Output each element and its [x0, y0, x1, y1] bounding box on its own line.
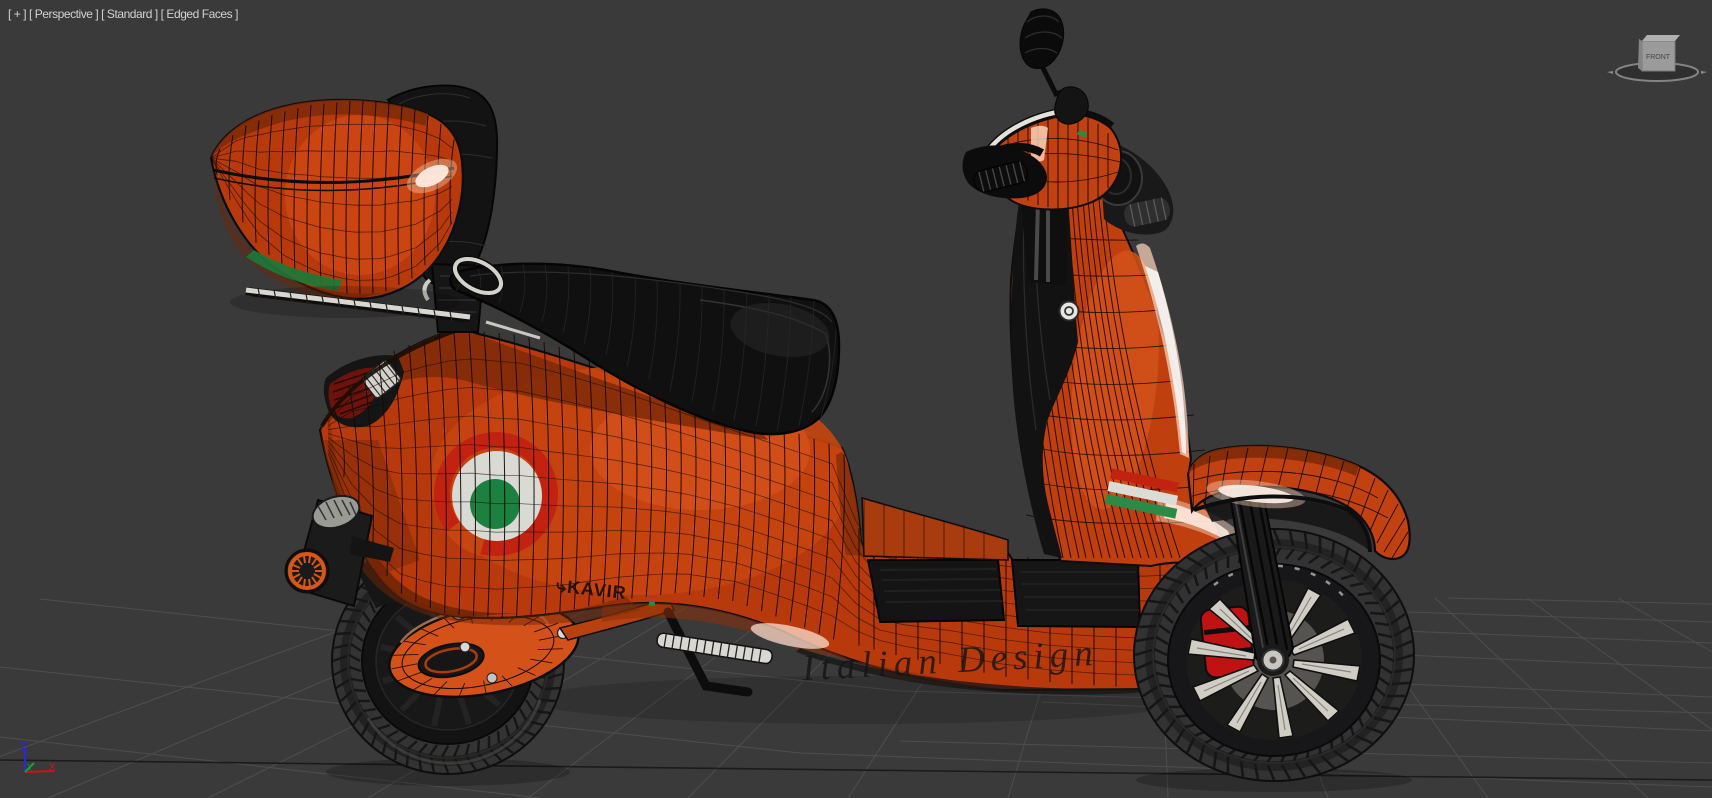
svg-text:Y: Y	[27, 762, 33, 772]
svg-text:FRONT: FRONT	[1646, 54, 1671, 61]
svg-text:Z: Z	[21, 741, 27, 752]
svg-text:X: X	[49, 762, 56, 773]
svg-text:[ + ] [ Perspective ] [ Standa: [ + ] [ Perspective ] [ Standard ] [ Edg…	[8, 7, 238, 21]
